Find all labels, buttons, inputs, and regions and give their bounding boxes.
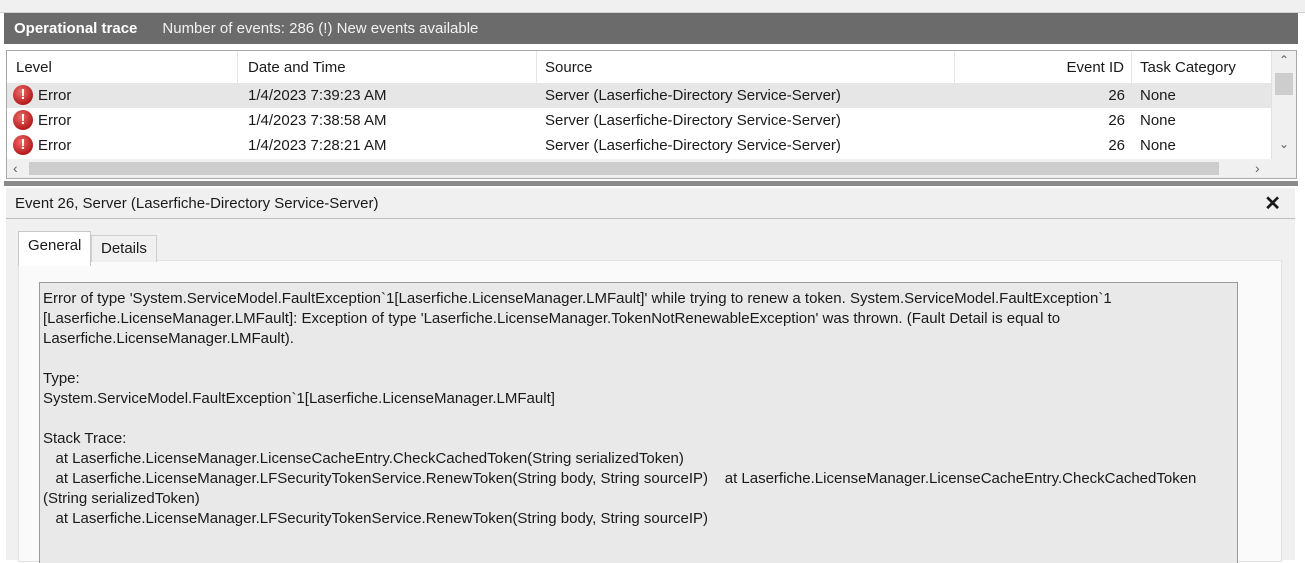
event-count-status[interactable]: Number of events: 286 (!) New events ava… xyxy=(162,20,478,37)
row-task-category: None xyxy=(1140,87,1176,104)
row-source: Server (Laserfiche-Directory Service-Ser… xyxy=(545,137,841,154)
column-header-source[interactable]: Source xyxy=(537,51,955,83)
horizontal-scroll-thumb[interactable] xyxy=(29,162,1219,175)
tab-general[interactable]: General xyxy=(18,231,92,266)
column-header-event-id[interactable]: Event ID xyxy=(955,51,1132,83)
error-icon: ! xyxy=(13,110,33,130)
row-event-id: 26 xyxy=(1108,87,1125,104)
table-row[interactable]: ! Error 1/4/2023 7:38:58 AM Server (Lase… xyxy=(7,108,1271,133)
row-event-id: 26 xyxy=(1108,112,1125,129)
column-header-level[interactable]: Level xyxy=(7,51,238,83)
scroll-right-icon[interactable]: › xyxy=(1255,159,1260,178)
scroll-up-icon[interactable]: ⌃ xyxy=(1272,53,1296,67)
column-header-date-time[interactable]: Date and Time xyxy=(238,51,537,83)
row-source: Server (Laserfiche-Directory Service-Ser… xyxy=(545,112,841,129)
pane-splitter[interactable] xyxy=(4,181,1298,186)
events-grid[interactable]: Level Date and Time Source Event ID Task… xyxy=(6,50,1297,179)
row-event-id: 26 xyxy=(1108,137,1125,154)
event-description-textbox[interactable]: Error of type 'System.ServiceModel.Fault… xyxy=(39,282,1238,563)
row-level: Error xyxy=(38,87,72,104)
horizontal-scrollbar[interactable]: ‹ › xyxy=(7,159,1296,178)
close-icon[interactable]: ✕ xyxy=(1264,191,1281,216)
error-icon: ! xyxy=(13,135,33,155)
vertical-scroll-thumb[interactable] xyxy=(1275,73,1293,95)
row-level: Error xyxy=(38,112,72,129)
table-row[interactable]: ! Error 1/4/2023 7:39:23 AM Server (Lase… xyxy=(7,83,1271,108)
tab-details[interactable]: Details xyxy=(91,235,157,262)
row-source: Server (Laserfiche-Directory Service-Ser… xyxy=(545,87,841,104)
panel-title-bar: Operational trace Number of events: 286 … xyxy=(4,13,1298,44)
event-detail-pane: Error of type 'System.ServiceModel.Fault… xyxy=(6,219,1295,563)
scroll-down-icon[interactable]: ⌄ xyxy=(1272,137,1296,151)
general-tab-panel: Error of type 'System.ServiceModel.Fault… xyxy=(18,260,1282,563)
row-date-time: 1/4/2023 7:28:21 AM xyxy=(248,137,387,154)
scroll-left-icon[interactable]: ‹ xyxy=(13,159,18,178)
column-header-task-category[interactable]: Task Category xyxy=(1132,51,1271,83)
error-icon: ! xyxy=(13,85,33,105)
row-task-category: None xyxy=(1140,137,1176,154)
panel-title: Operational trace xyxy=(14,20,138,37)
event-detail-title: Event 26, Server (Laserfiche-Directory S… xyxy=(15,195,379,212)
event-description-text: Error of type 'System.ServiceModel.Fault… xyxy=(43,290,1197,527)
vertical-scrollbar[interactable]: ⌃ ⌄ xyxy=(1271,51,1296,159)
row-task-category: None xyxy=(1140,112,1176,129)
event-detail-header: Event 26, Server (Laserfiche-Directory S… xyxy=(6,188,1295,219)
row-level: Error xyxy=(38,137,72,154)
table-row[interactable]: ! Error 1/4/2023 7:28:21 AM Server (Lase… xyxy=(7,133,1271,158)
window-top-strip xyxy=(0,0,1305,13)
grid-header: Level Date and Time Source Event ID Task… xyxy=(7,51,1271,83)
row-date-time: 1/4/2023 7:38:58 AM xyxy=(248,112,387,129)
row-date-time: 1/4/2023 7:39:23 AM xyxy=(248,87,387,104)
